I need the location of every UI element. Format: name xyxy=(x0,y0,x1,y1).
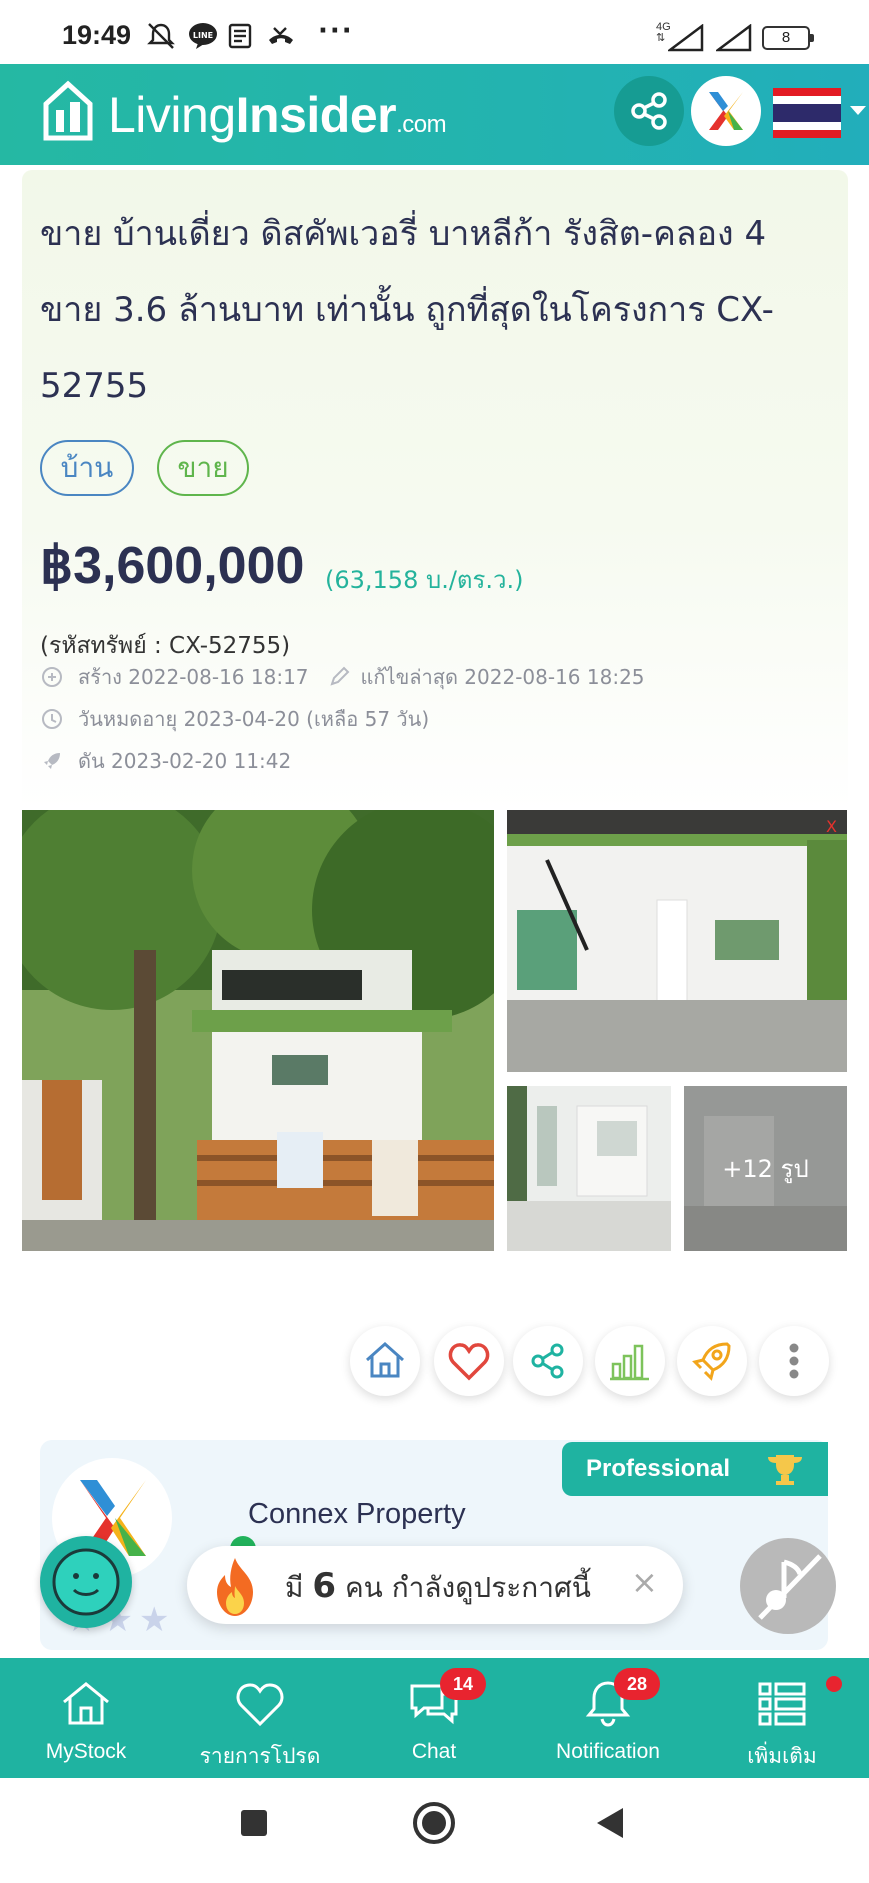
viewers-notice: มี 6 คน กำลังดูประกาศนี้ × xyxy=(187,1546,683,1624)
nav-label-mystock: MyStock xyxy=(45,1740,127,1763)
plus-circle-icon xyxy=(42,667,62,687)
bar-chart-icon xyxy=(610,1344,649,1381)
mute-notification-icon xyxy=(147,23,175,49)
nav-notification[interactable]: Notification xyxy=(528,1658,688,1778)
connex-x-logo-icon xyxy=(709,92,743,130)
favorite-button[interactable] xyxy=(434,1326,504,1396)
status-time: 19:49 xyxy=(62,20,132,50)
app-header: LivingInsider.com xyxy=(0,64,869,165)
carport-image: X xyxy=(507,810,847,1072)
trophy-icon xyxy=(768,1455,802,1485)
language-dropdown-icon[interactable] xyxy=(850,106,866,115)
boost-date: ดัน 2023-02-20 11:42 xyxy=(78,749,292,773)
more-photos-label[interactable]: +12 รูป xyxy=(684,1086,847,1251)
listing-title: ขาย บ้านเดี่ยว ดิสคัพเวอรี่ บาหลีก้า รัง… xyxy=(40,214,774,406)
boost-button[interactable] xyxy=(677,1326,747,1396)
fire-icon xyxy=(217,1558,253,1616)
nav-more[interactable]: เพิ่มเติม xyxy=(702,1658,862,1778)
interior-image-1 xyxy=(507,1086,671,1251)
nav-mystock[interactable]: MyStock xyxy=(6,1658,166,1778)
rocket-icon xyxy=(44,753,60,769)
livinginsider-logo-icon[interactable] xyxy=(42,80,94,142)
bottom-navigation: MyStock รายการโปรด Chat 14 Notification … xyxy=(0,1658,869,1778)
agent-name[interactable]: Connex Property xyxy=(248,1498,466,1531)
home-action-button[interactable] xyxy=(350,1326,420,1396)
more-indicator-dot xyxy=(826,1676,842,1692)
nav-label-favorites: รายการโปรด xyxy=(199,1745,321,1768)
chat-badge: 14 xyxy=(440,1668,486,1700)
notification-badge: 28 xyxy=(614,1668,660,1700)
nav-chat[interactable]: Chat xyxy=(354,1658,514,1778)
logo-text[interactable]: LivingInsider.com xyxy=(108,86,447,144)
list-nav-icon xyxy=(758,1682,806,1726)
connex-x-button[interactable] xyxy=(691,76,761,146)
edited-date: แก้ไขล่าสุด 2022-08-16 18:25 xyxy=(360,665,645,689)
share-button[interactable] xyxy=(513,1326,583,1396)
heart-icon xyxy=(448,1343,490,1381)
missed-call-icon xyxy=(269,27,293,44)
signal-icon xyxy=(668,24,704,52)
nav-label-notification: Notification xyxy=(556,1740,660,1763)
carport-photo[interactable]: X xyxy=(507,810,847,1072)
pencil-icon xyxy=(329,666,349,686)
interior-photo-2[interactable]: +12 รูป xyxy=(684,1086,847,1251)
nav-favorites[interactable]: รายการโปรด xyxy=(180,1658,340,1778)
boost-row: ดัน 2023-02-20 11:42 xyxy=(40,745,291,777)
expiry-row: วันหมดอายุ 2023-04-20 (เหลือ 57 วัน) xyxy=(40,703,429,735)
rocket-boost-icon xyxy=(692,1342,731,1381)
line-app-icon: LINE xyxy=(189,23,217,49)
nav-label-chat: Chat xyxy=(411,1740,457,1763)
svg-text:LINE: LINE xyxy=(193,31,213,40)
tag-house[interactable]: บ้าน xyxy=(40,440,134,496)
status-bar: 19:49 LINE ··· 4G ⇅ 8 xyxy=(0,0,869,64)
close-icon[interactable]: × xyxy=(631,1563,658,1601)
listing-price: ฿3,600,000 xyxy=(40,537,305,595)
asset-code: (รหัสทรัพย์ : CX-52755) xyxy=(40,633,291,659)
system-navigation-bar xyxy=(0,1778,869,1883)
main-house-photo[interactable] xyxy=(22,810,494,1251)
battery-icon: 8 xyxy=(762,26,814,50)
back-button[interactable] xyxy=(597,1808,623,1838)
nav-label-more: เพิ่มเติม xyxy=(747,1745,817,1768)
signal-2-icon xyxy=(716,24,752,52)
more-notifications-icon: ··· xyxy=(318,16,354,46)
house-front-image xyxy=(22,810,494,1251)
clock-icon xyxy=(42,709,62,729)
created-date: สร้าง 2022-08-16 18:17 xyxy=(78,665,309,689)
expiry-date: วันหมดอายุ 2023-04-20 (เหลือ 57 วัน) xyxy=(78,707,430,731)
tag-sale[interactable]: ขาย xyxy=(157,440,249,496)
home-icon xyxy=(366,1341,404,1378)
stats-button[interactable] xyxy=(595,1326,665,1396)
news-icon xyxy=(228,23,252,49)
viewers-text: มี 6 คน กำลังดูประกาศนี้ xyxy=(285,1566,591,1606)
more-options-button[interactable] xyxy=(759,1326,829,1396)
home-nav-icon xyxy=(63,1682,109,1725)
professional-badge: Professional xyxy=(562,1442,828,1496)
thai-flag-icon[interactable] xyxy=(773,88,841,138)
header-share-button[interactable] xyxy=(614,76,684,146)
interior-photo-1[interactable] xyxy=(507,1086,671,1251)
price-per-unit: (63,158 บ./ตร.ว.) xyxy=(325,566,524,594)
heart-nav-icon xyxy=(236,1683,284,1727)
music-muted-icon xyxy=(758,1554,822,1620)
share-action-icon xyxy=(531,1343,564,1379)
feedback-button[interactable] xyxy=(40,1536,132,1628)
smile-face-icon xyxy=(52,1548,120,1616)
music-toggle-button[interactable] xyxy=(740,1538,836,1634)
vertical-dots-icon xyxy=(789,1343,799,1379)
home-button[interactable] xyxy=(413,1802,455,1844)
recent-apps-button[interactable] xyxy=(241,1810,267,1836)
created-edited-row: สร้าง 2022-08-16 18:17 แก้ไขล่าสุด 2022-… xyxy=(40,661,645,693)
share-icon xyxy=(631,92,667,130)
svg-text:X: X xyxy=(826,817,837,836)
listing-card: ขาย บ้านเดี่ยว ดิสคัพเวอรี่ บาหลีก้า รัง… xyxy=(22,170,848,810)
